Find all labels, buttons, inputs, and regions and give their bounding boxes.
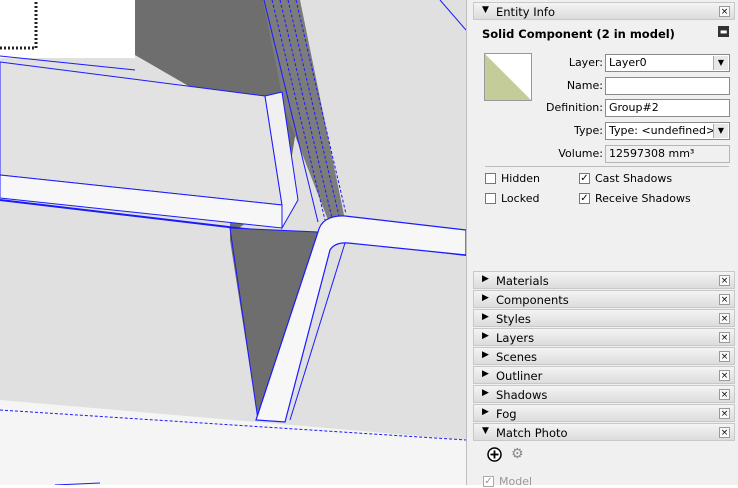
divider (485, 166, 729, 167)
panel-header-match-photo[interactable]: ▼ Match Photo × (473, 423, 735, 441)
definition-field[interactable]: Group#2 (605, 99, 730, 117)
close-icon[interactable]: × (719, 427, 730, 438)
name-label: Name: (566, 79, 603, 92)
minimize-icon[interactable]: ▬ (718, 26, 729, 37)
close-icon[interactable]: × (719, 332, 730, 343)
material-swatch[interactable] (484, 53, 532, 101)
panel-title: Layers (496, 331, 535, 345)
panel-title: Styles (496, 312, 531, 326)
cast-shadows-checkbox[interactable]: ✓ (579, 173, 590, 184)
close-icon[interactable]: × (719, 313, 730, 324)
chevron-down-icon[interactable]: ▼ (713, 124, 728, 138)
type-label: Type: (574, 124, 603, 137)
layer-select[interactable]: Layer0 ▼ (605, 54, 730, 72)
expand-icon: ▼ (482, 5, 489, 15)
close-icon[interactable]: × (719, 6, 730, 17)
panel-header-shadows[interactable]: ▶ Shadows × (473, 385, 735, 403)
type-select[interactable]: Type: <undefined> ▼ (605, 122, 730, 140)
layer-label: Layer: (568, 56, 603, 69)
volume-value: 12597308 mm³ (605, 145, 730, 163)
type-value: Type: <undefined> (609, 124, 716, 137)
panel-title: Materials (496, 274, 549, 288)
panel-title: Match Photo (496, 426, 568, 440)
collapse-icon: ▶ (482, 369, 489, 379)
volume-label: Volume: (558, 147, 603, 160)
panel-title: Scenes (496, 350, 538, 364)
collapse-icon: ▶ (482, 274, 489, 284)
collapse-icon: ▶ (482, 388, 489, 398)
hidden-label: Hidden (501, 172, 541, 185)
entity-info-header[interactable]: ▼ Entity Info × (473, 2, 735, 20)
model-label: Model (499, 475, 533, 488)
close-icon[interactable]: × (719, 389, 730, 400)
add-circle-icon[interactable] (487, 447, 502, 462)
gear-icon[interactable]: ⚙ (511, 447, 526, 462)
collapse-icon: ▶ (482, 293, 489, 303)
hidden-checkbox[interactable] (485, 173, 496, 184)
name-field[interactable] (605, 77, 730, 95)
layer-value: Layer0 (609, 56, 647, 69)
collapse-icon: ▶ (482, 331, 489, 341)
entity-info-title: Entity Info (496, 5, 555, 19)
model-checkbox[interactable]: ✓ (483, 476, 494, 487)
collapse-icon: ▶ (482, 350, 489, 360)
close-icon[interactable]: × (719, 408, 730, 419)
component-title: Solid Component (2 in model) (482, 27, 675, 41)
receive-shadows-label: Receive Shadows (595, 192, 691, 205)
collapse-icon: ▶ (482, 407, 489, 417)
entity-info-panel: Solid Component (2 in model) ▬ Layer: La… (473, 22, 735, 254)
panel-header-layers[interactable]: ▶ Layers × (473, 328, 735, 346)
panel-header-scenes[interactable]: ▶ Scenes × (473, 347, 735, 365)
panel-header-styles[interactable]: ▶ Styles × (473, 309, 735, 327)
close-icon[interactable]: × (719, 294, 730, 305)
locked-label: Locked (501, 192, 540, 205)
match-photo-body: ⚙ ✓ Model (473, 441, 735, 488)
definition-label: Definition: (546, 101, 603, 114)
cast-shadows-label: Cast Shadows (595, 172, 673, 185)
panel-header-fog[interactable]: ▶ Fog × (473, 404, 735, 422)
model-drawing (0, 0, 466, 485)
panel-title: Shadows (496, 388, 548, 402)
panel-header-materials[interactable]: ▶ Materials × (473, 271, 735, 289)
chevron-down-icon[interactable]: ▼ (713, 56, 728, 70)
close-icon[interactable]: × (719, 275, 730, 286)
panel-header-outliner[interactable]: ▶ Outliner × (473, 366, 735, 384)
panel-title: Components (496, 293, 569, 307)
close-icon[interactable]: × (719, 370, 730, 381)
expand-icon: ▼ (482, 426, 489, 436)
panel-title: Fog (496, 407, 517, 421)
close-icon[interactable]: × (719, 351, 730, 362)
collapse-icon: ▶ (482, 312, 489, 322)
default-tray: ▼ Entity Info × Solid Component (2 in mo… (466, 0, 738, 488)
panel-header-components[interactable]: ▶ Components × (473, 290, 735, 308)
material-swatch-icon (485, 54, 531, 100)
panel-title: Outliner (496, 369, 543, 383)
receive-shadows-checkbox[interactable]: ✓ (579, 193, 590, 204)
locked-checkbox[interactable] (485, 193, 496, 204)
model-viewport[interactable] (0, 0, 466, 485)
